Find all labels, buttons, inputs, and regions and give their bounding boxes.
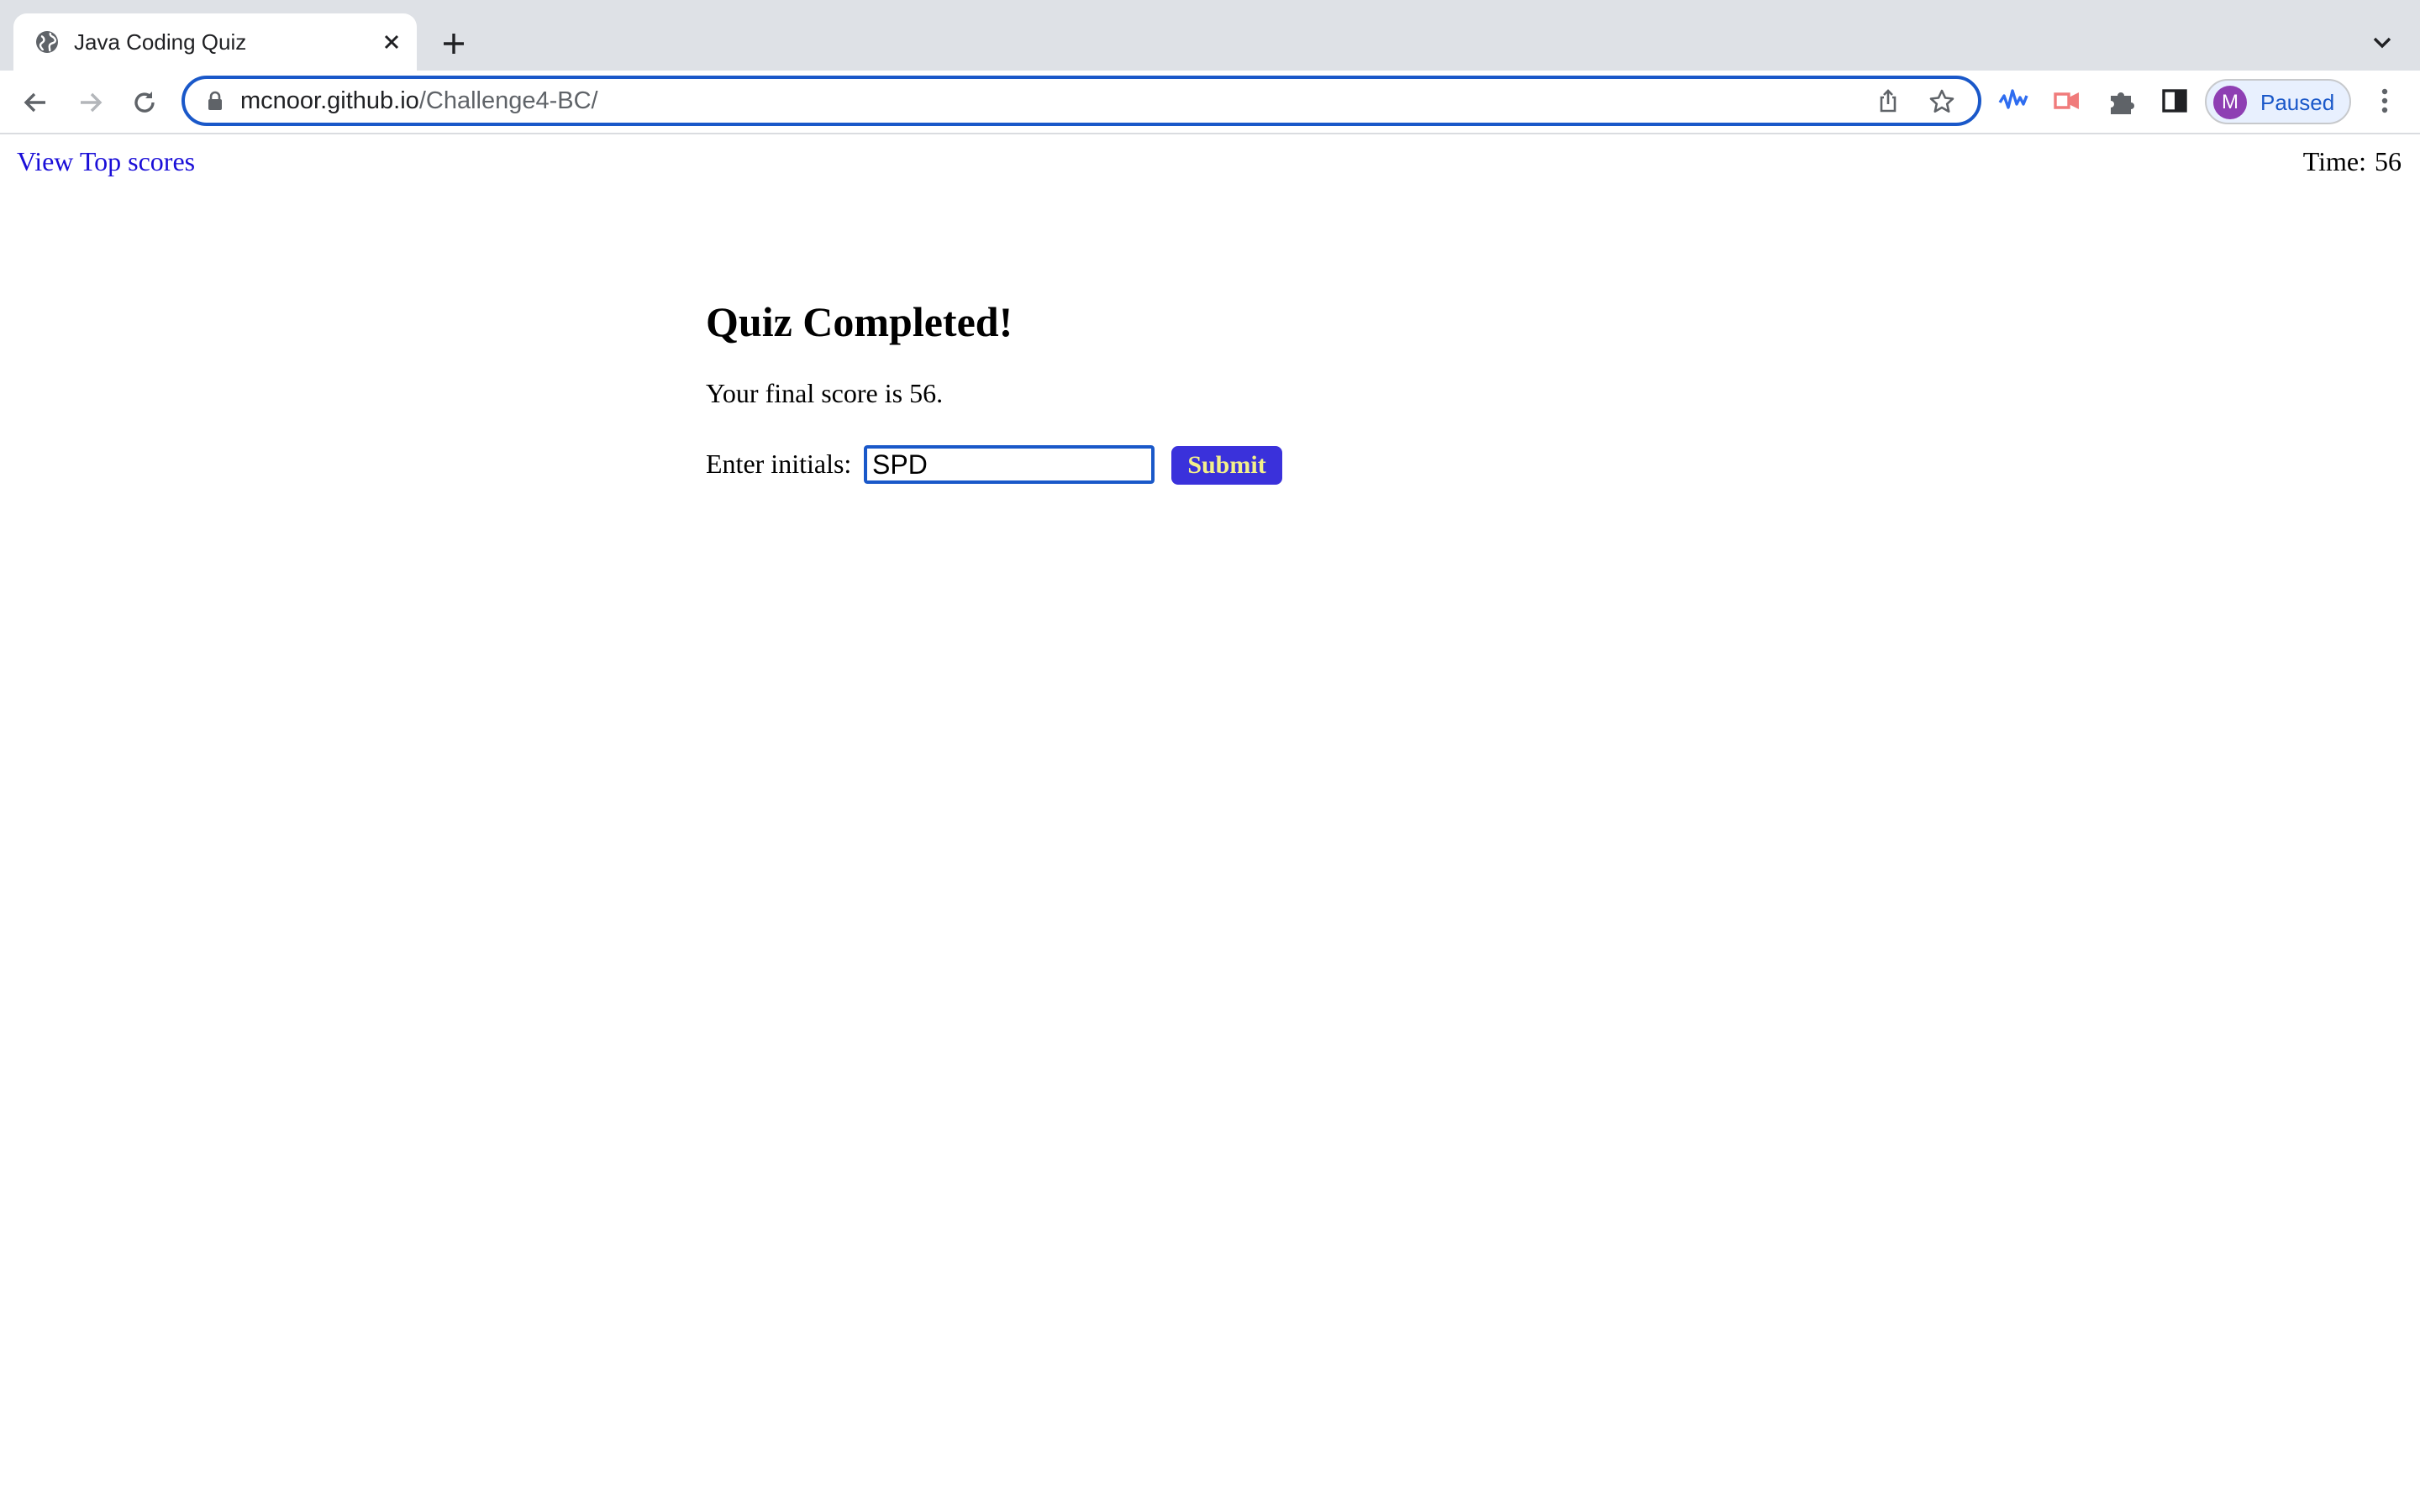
- view-top-scores-link[interactable]: View Top scores: [17, 146, 195, 177]
- forward-arrow-icon[interactable]: [74, 86, 108, 119]
- star-icon[interactable]: [1928, 87, 1956, 116]
- profile-button[interactable]: M Paused: [2205, 79, 2351, 124]
- globe-icon: [36, 31, 58, 53]
- timer-value: 56: [2375, 146, 2402, 176]
- chevron-down-icon[interactable]: [2368, 29, 2396, 57]
- tab-title: Java Coding Quiz: [74, 29, 247, 55]
- plus-icon[interactable]: [439, 29, 469, 59]
- audio-wave-extension-icon[interactable]: [1996, 84, 2030, 118]
- final-score-text: Your final score is 56.: [706, 378, 944, 408]
- profile-status: Paused: [2260, 90, 2335, 115]
- tab-strip: Java Coding Quiz: [0, 0, 2420, 71]
- browser-tab[interactable]: Java Coding Quiz: [13, 13, 417, 71]
- close-icon[interactable]: [378, 29, 405, 55]
- screen-recorder-extension-icon[interactable]: [2050, 84, 2084, 118]
- timer-label: Time:: [2302, 146, 2366, 176]
- more-vert-icon[interactable]: [2368, 84, 2402, 118]
- back-arrow-icon[interactable]: [18, 86, 52, 119]
- puzzle-icon[interactable]: [2104, 84, 2138, 118]
- timer: Time: 56: [2303, 146, 2402, 177]
- avatar: M: [2213, 86, 2247, 119]
- submit-button[interactable]: Submit: [1171, 446, 1282, 485]
- lock-icon[interactable]: [203, 89, 227, 113]
- url-host: mcnoor.github.io: [240, 87, 419, 114]
- url-path: /Challenge4-BC/: [418, 87, 598, 114]
- initials-label: Enter initials:: [706, 449, 852, 479]
- address-bar[interactable]: mcnoor.github.io/Challenge4-BC/: [182, 76, 1981, 126]
- page-content: View Top scores Time: 56 Quiz Completed! …: [0, 133, 2420, 1512]
- share-icon[interactable]: [1874, 87, 1902, 116]
- reload-icon[interactable]: [128, 86, 161, 119]
- side-panel-icon[interactable]: [2158, 84, 2191, 118]
- browser-toolbar: mcnoor.github.io/Challenge4-BC/ M Paused: [0, 71, 2420, 134]
- quiz-completed-heading: Quiz Completed!: [706, 298, 1013, 345]
- url-text: mcnoor.github.io/Challenge4-BC/: [240, 86, 598, 116]
- initials-input[interactable]: [862, 444, 1156, 486]
